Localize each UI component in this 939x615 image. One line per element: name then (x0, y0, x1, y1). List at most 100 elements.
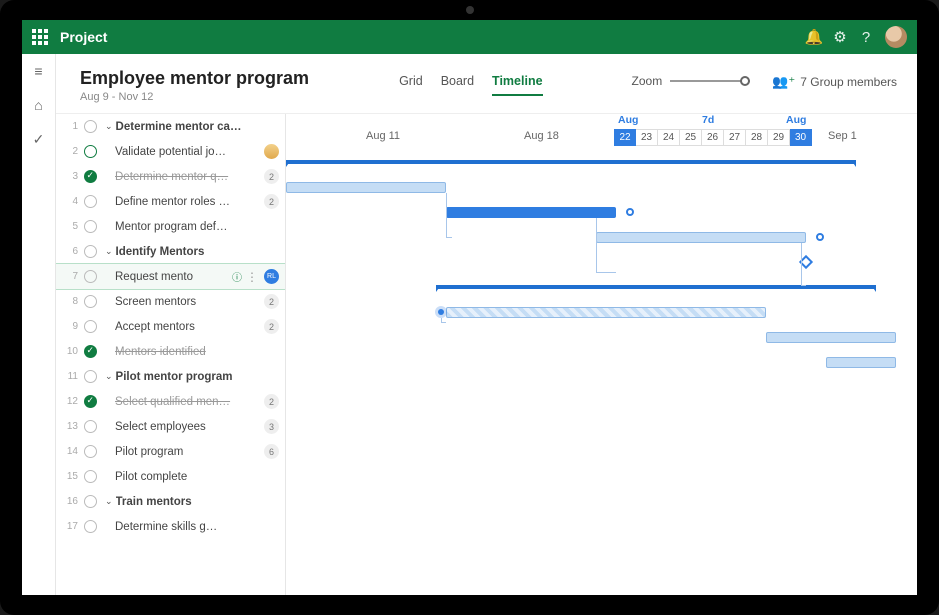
task-row[interactable]: 4Define mentor roles …2 (56, 189, 285, 214)
task-name: Request mento (115, 271, 232, 283)
chevron-down-icon[interactable]: ⌄ (105, 246, 113, 257)
task-name: Pilot program (115, 446, 264, 458)
task-row[interactable]: 17Determine skills g… (56, 514, 285, 539)
status-circle[interactable] (84, 345, 97, 358)
tab-grid[interactable]: Grid (399, 74, 423, 96)
task-row[interactable]: 14Pilot program6 (56, 439, 285, 464)
day-cell[interactable]: 29 (768, 129, 790, 146)
zoom-label: Zoom (632, 74, 663, 88)
day-cell[interactable]: 28 (746, 129, 768, 146)
project-body: 1⌄Determine mentor ca…2Validate potentia… (56, 113, 917, 595)
app-launcher-icon[interactable] (32, 29, 48, 45)
day-cell[interactable]: 23 (636, 129, 658, 146)
status-circle[interactable] (84, 220, 97, 233)
row-number: 5 (62, 221, 78, 232)
task-row[interactable]: 8Screen mentors2 (56, 289, 285, 314)
content-area: Employee mentor program Aug 9 - Nov 12 G… (56, 54, 917, 595)
task-row[interactable]: 1⌄Determine mentor ca… (56, 114, 285, 139)
bar-end-dot[interactable] (626, 208, 634, 216)
status-circle[interactable] (84, 145, 97, 158)
group-members-button[interactable]: 👥⁺ 7 Group members (772, 74, 897, 90)
task-row[interactable]: 2Validate potential jo… (56, 139, 285, 164)
status-circle[interactable] (84, 495, 97, 508)
assignee-avatar[interactable] (264, 144, 279, 159)
notifications-icon[interactable]: 🔔 (801, 28, 827, 46)
task-name: Pilot mentor program (116, 371, 285, 383)
status-circle[interactable] (84, 445, 97, 458)
zoom-slider-track[interactable] (670, 80, 750, 82)
chevron-down-icon[interactable]: ⌄ (105, 496, 113, 507)
day-cell[interactable]: 25 (680, 129, 702, 146)
task-row[interactable]: 9Accept mentors2 (56, 314, 285, 339)
timeline-body (286, 150, 917, 595)
status-circle[interactable] (84, 270, 97, 283)
day-strip: 222324252627282930 (614, 129, 812, 146)
status-circle[interactable] (84, 420, 97, 433)
task-row[interactable]: 11⌄Pilot mentor program (56, 364, 285, 389)
tab-board[interactable]: Board (441, 74, 474, 96)
zoom-slider-thumb[interactable] (740, 76, 750, 86)
zoom-control[interactable]: Zoom (632, 74, 751, 88)
status-circle[interactable] (84, 520, 97, 533)
settings-icon[interactable]: ⚙ (827, 28, 853, 46)
timeline-lane (286, 550, 917, 575)
user-avatar[interactable] (885, 26, 907, 48)
status-circle[interactable] (84, 395, 97, 408)
rail-menu-icon[interactable]: ≡ (30, 62, 48, 80)
timeline-panel[interactable]: Aug 11Aug 18Aug7dAug222324252627282930Se… (286, 114, 917, 595)
task-name: Pilot complete (115, 471, 285, 483)
chevron-down-icon[interactable]: ⌄ (105, 121, 113, 132)
day-cell[interactable]: 24 (658, 129, 680, 146)
task-name: Screen mentors (115, 296, 264, 308)
gantt-bar[interactable] (286, 182, 446, 193)
dependency-link (801, 243, 806, 286)
gantt-bar[interactable] (286, 160, 856, 164)
day-cell[interactable]: 30 (790, 129, 812, 146)
task-row[interactable]: 7Request mentoⓘ⋮RL (56, 264, 285, 289)
day-cell[interactable]: 22 (614, 129, 636, 146)
timeline-lane (286, 500, 917, 525)
range-label: Aug (786, 114, 806, 126)
status-circle[interactable] (84, 195, 97, 208)
task-row[interactable]: 15Pilot complete (56, 464, 285, 489)
gantt-bar[interactable] (446, 307, 766, 318)
task-row[interactable]: 6⌄Identify Mentors (56, 239, 285, 264)
timeline-lane (286, 325, 917, 350)
bar-start-dot[interactable] (438, 309, 444, 315)
row-number: 6 (62, 246, 78, 257)
gantt-bar[interactable] (596, 232, 806, 243)
status-circle[interactable] (84, 470, 97, 483)
dependency-link (596, 218, 616, 273)
tab-timeline[interactable]: Timeline (492, 74, 542, 96)
status-circle[interactable] (84, 120, 97, 133)
task-row[interactable]: 5Mentor program def… (56, 214, 285, 239)
status-circle[interactable] (84, 370, 97, 383)
task-row[interactable]: 13Select employees3 (56, 414, 285, 439)
task-row[interactable]: 10Mentors identified (56, 339, 285, 364)
status-circle[interactable] (84, 295, 97, 308)
help-icon[interactable]: ? (853, 29, 879, 46)
row-number: 14 (62, 446, 78, 457)
info-icon[interactable]: ⓘ (232, 269, 242, 284)
gantt-bar[interactable] (446, 207, 616, 218)
status-circle[interactable] (84, 320, 97, 333)
task-row[interactable]: 12Select qualified men…2 (56, 389, 285, 414)
count-badge: 2 (264, 194, 279, 209)
chevron-down-icon[interactable]: ⌄ (105, 371, 113, 382)
assignee-badge[interactable]: RL (264, 269, 279, 284)
rail-check-icon[interactable]: ✓ (30, 130, 48, 148)
gantt-bar[interactable] (766, 332, 896, 343)
day-cell[interactable]: 26 (702, 129, 724, 146)
rail-home-icon[interactable]: ⌂ (30, 96, 48, 114)
task-row[interactable]: 16⌄Train mentors (56, 489, 285, 514)
day-cell[interactable]: 27 (724, 129, 746, 146)
status-circle[interactable] (84, 245, 97, 258)
count-badge: 2 (264, 294, 279, 309)
camera-dot (466, 6, 474, 14)
task-row[interactable]: 3Determine mentor q…2 (56, 164, 285, 189)
status-circle[interactable] (84, 170, 97, 183)
gantt-bar[interactable] (826, 357, 896, 368)
bar-end-dot[interactable] (816, 233, 824, 241)
gantt-bar[interactable] (436, 285, 876, 289)
more-icon[interactable]: ⋮ (246, 270, 258, 284)
